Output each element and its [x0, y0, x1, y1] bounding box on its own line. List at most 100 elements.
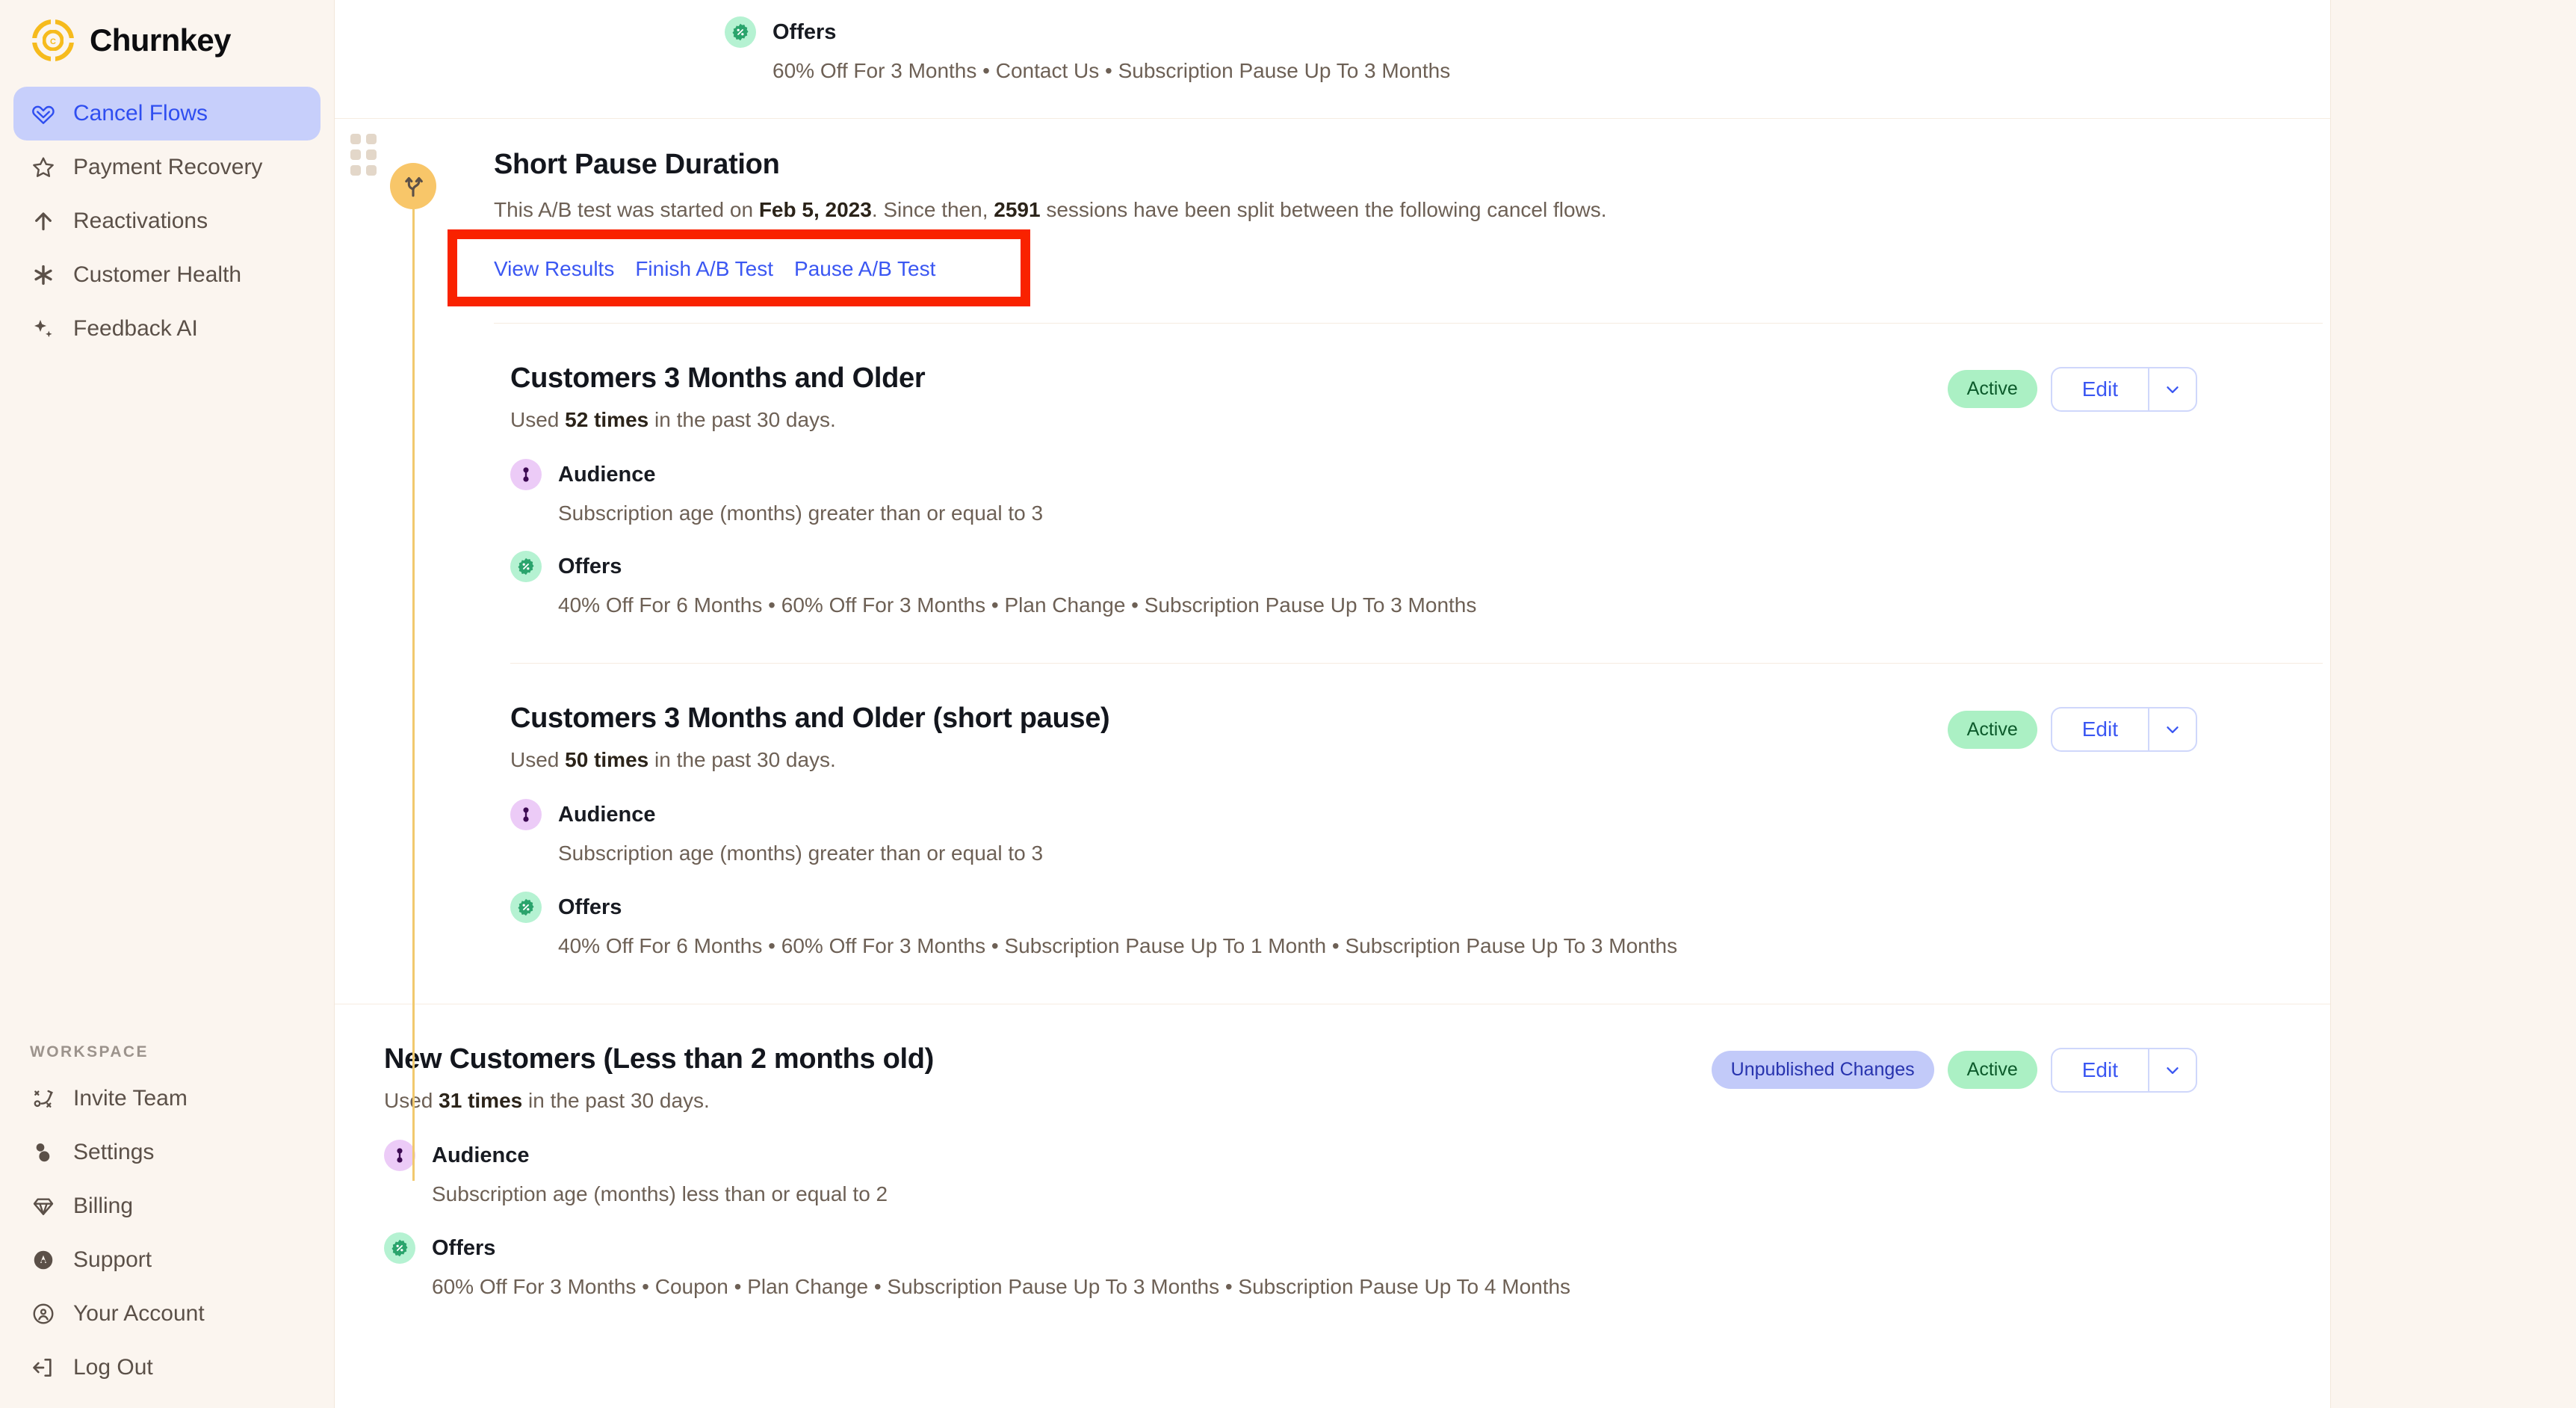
variant-title: Customers 3 Months and Older (short paus… — [510, 703, 1110, 735]
edit-button[interactable]: Edit — [2050, 366, 2148, 412]
used-prefix: Used — [384, 1088, 439, 1112]
sidebar-item-your-account[interactable]: Your Account — [13, 1287, 321, 1341]
workspace-section-label: WORKSPACE — [30, 1043, 149, 1060]
variant-body: Customers 3 Months and Older Used 52 tim… — [510, 362, 1948, 620]
sidebar-item-invite-team[interactable]: Invite Team — [13, 1072, 321, 1126]
asterisk-icon — [30, 262, 57, 288]
drag-handle[interactable] — [350, 133, 377, 176]
audience-icon — [510, 799, 542, 831]
ab-split-icon — [390, 162, 436, 209]
audience-value: Subscription age (months) less than or e… — [432, 1182, 888, 1205]
sidebar-item-label: Feedback AI — [73, 316, 198, 341]
sidebar-item-feedback-ai[interactable]: Feedback AI — [13, 302, 321, 356]
status-badge: Active — [1947, 370, 2037, 409]
used-count: 52 times — [565, 407, 649, 431]
flow-title: New Customers (Less than 2 months old) — [384, 1043, 935, 1075]
offers-icon — [725, 16, 756, 48]
sidebar-item-label: Reactivations — [73, 209, 208, 233]
ab-test-header: Short Pause Duration This A/B test was s… — [335, 148, 2330, 306]
sidebar-item-label: Payment Recovery — [73, 155, 263, 179]
ab-rail — [412, 209, 415, 1181]
sidebar-item-settings[interactable]: Settings — [13, 1126, 321, 1179]
desc-prefix: This A/B test was started on — [494, 197, 759, 221]
offers-block: Offers 60% Off For 3 Months • Coupon • P… — [384, 1232, 1712, 1301]
edit-button-group: Edit — [2050, 707, 2197, 753]
variant-title: Customers 3 Months and Older — [510, 362, 926, 394]
sidebar-item-label: Customer Health — [73, 262, 242, 287]
strategy-icon — [30, 1085, 57, 1112]
diamond-icon — [30, 1193, 57, 1220]
ab-start-date: Feb 5, 2023 — [758, 197, 872, 221]
sidebar-item-label: Billing — [73, 1194, 134, 1218]
offers-value: 60% Off For 3 Months • Coupon • Plan Cha… — [432, 1274, 1571, 1298]
edit-button[interactable]: Edit — [2050, 1047, 2148, 1093]
workspace-nav: WORKSPACE Invite Team Settings Billing S… — [13, 1043, 321, 1395]
variant-usage: Used 50 times in the past 30 days. — [510, 748, 1948, 772]
ab-session-count: 2591 — [994, 197, 1041, 221]
logout-icon — [30, 1354, 57, 1381]
sidebar-item-support[interactable]: Support — [13, 1233, 321, 1287]
brand-name: Churnkey — [90, 22, 232, 58]
lifebuoy-icon — [30, 1247, 57, 1273]
sidebar-item-customer-health[interactable]: Customer Health — [13, 248, 321, 302]
audience-icon — [510, 458, 542, 490]
sidebar-item-label: Cancel Flows — [73, 101, 208, 126]
sparkles-icon — [30, 315, 57, 342]
offers-value: 40% Off For 6 Months • 60% Off For 3 Mon… — [558, 933, 1678, 957]
ab-test-title: Short Pause Duration — [494, 148, 780, 180]
sidebar-item-label: Invite Team — [73, 1086, 188, 1111]
sidebar-item-billing[interactable]: Billing — [13, 1179, 321, 1233]
chevron-down-icon[interactable] — [2148, 366, 2197, 412]
sidebar-item-label: Log Out — [73, 1355, 153, 1380]
edit-button-group: Edit — [2050, 366, 2197, 412]
sidebar-item-payment-recovery[interactable]: Payment Recovery — [13, 141, 321, 194]
heart-flow-icon — [30, 100, 57, 127]
chevron-down-icon[interactable] — [2148, 707, 2197, 753]
flow-row-new-customers: New Customers (Less than 2 months old) U… — [335, 1004, 2330, 1301]
finish-ab-test-link[interactable]: Finish A/B Test — [635, 257, 773, 281]
variant-actions: Active Edit — [1947, 703, 2197, 753]
sidebar-item-reactivations[interactable]: Reactivations — [13, 194, 321, 248]
used-suffix: in the past 30 days. — [648, 748, 836, 772]
used-suffix: in the past 30 days. — [522, 1088, 710, 1112]
sidebar: C Churnkey Cancel Flows Payment Recovery… — [0, 0, 334, 1408]
audience-icon — [384, 1139, 415, 1171]
audience-label: Audience — [558, 462, 656, 487]
pause-ab-test-link[interactable]: Pause A/B Test — [794, 257, 935, 281]
offers-block: Offers 60% Off For 3 Months • Contact Us… — [725, 16, 2330, 85]
ab-actions: View Results Finish A/B Test Pause A/B T… — [494, 257, 935, 281]
ab-test-description: This A/B test was started on Feb 5, 2023… — [494, 196, 2330, 224]
sidebar-item-label: Support — [73, 1247, 152, 1272]
ab-variant-row: Customers 3 Months and Older Used 52 tim… — [335, 324, 2330, 664]
sidebar-item-label: Your Account — [73, 1301, 205, 1326]
audience-label: Audience — [558, 803, 656, 827]
variant-actions: Active Edit — [1947, 362, 2197, 412]
view-results-link[interactable]: View Results — [494, 257, 614, 281]
user-circle-icon — [30, 1300, 57, 1327]
sidebar-item-cancel-flows[interactable]: Cancel Flows — [13, 87, 321, 141]
variant-usage: Used 52 times in the past 30 days. — [510, 408, 1948, 432]
sidebar-item-label: Settings — [73, 1140, 155, 1164]
status-badge: Active — [1947, 1051, 2037, 1090]
ab-actions-region: View Results Finish A/B Test Pause A/B T… — [448, 229, 2330, 306]
sidebar-item-log-out[interactable]: Log Out — [13, 1341, 321, 1395]
edit-button[interactable]: Edit — [2050, 707, 2148, 753]
used-prefix: Used — [510, 748, 566, 772]
flow-body: New Customers (Less than 2 months old) U… — [384, 1043, 1712, 1301]
audience-block: Audience Subscription age (months) less … — [384, 1139, 1712, 1208]
primary-nav: Cancel Flows Payment Recovery Reactivati… — [0, 87, 334, 356]
chevron-down-icon[interactable] — [2148, 1047, 2197, 1093]
offers-icon — [510, 891, 542, 923]
offers-value: 60% Off For 3 Months • Contact Us • Subs… — [773, 59, 1451, 82]
offers-label: Offers — [558, 895, 622, 919]
sliders-icon — [30, 1139, 57, 1166]
offers-label: Offers — [558, 555, 622, 579]
svg-text:C: C — [50, 37, 56, 46]
flow-actions: Unpublished Changes Active Edit — [1711, 1043, 2197, 1093]
desc-suffix: sessions have been split between the fol… — [1040, 197, 1607, 221]
used-count: 31 times — [439, 1088, 523, 1112]
star-icon — [30, 154, 57, 181]
audience-label: Audience — [432, 1143, 530, 1167]
main-content: Offers 60% Off For 3 Months • Contact Us… — [334, 0, 2576, 1408]
offers-label: Offers — [773, 20, 837, 44]
